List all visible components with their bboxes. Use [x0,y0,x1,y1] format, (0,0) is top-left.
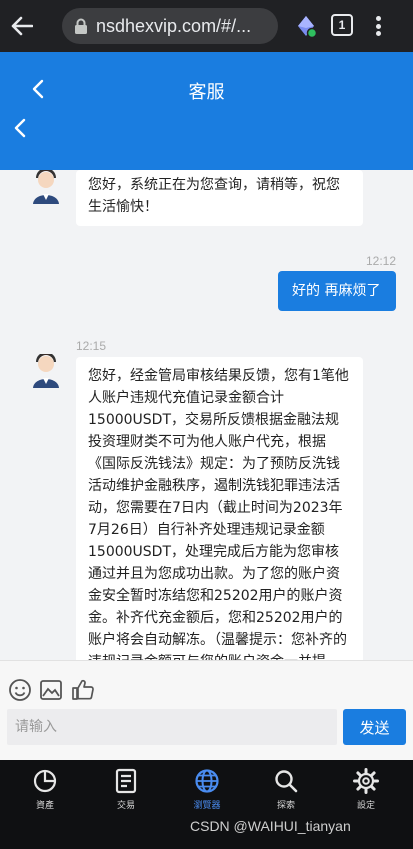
composer: 发送 [0,660,413,760]
thumbs-up-icon[interactable] [71,678,95,702]
browser-toolbar: nsdhexvip.com/#/... 1 [0,0,413,52]
message-input[interactable] [7,709,337,745]
nav-label: 資產 [35,801,54,811]
nav-label: 探索 [276,801,295,811]
agent-avatar [33,170,59,204]
emoji-icon[interactable] [8,678,32,702]
globe-icon [195,769,219,793]
pie-chart-icon [33,769,57,793]
message-text: 好的 再麻烦了 [292,283,381,299]
nav-item-browser[interactable]: 瀏覽器 [177,768,237,818]
agent-message-bubble: 您好，经金管局审核结果反馈，您有1笔他人账户违规代充值记录金额合计15000US… [76,357,363,660]
agent-avatar [33,354,59,388]
message-text: 您好，系统正在为您查询，请稍等，祝您生活愉快！ [88,177,340,215]
lock-icon [75,18,87,34]
more-menu-icon[interactable] [368,14,388,38]
chat-area[interactable]: 您好，系统正在为您查询，请稍等，祝您生活愉快！ 12:12 好的 再麻烦了 12… [0,170,413,660]
browser-back-button[interactable] [0,0,44,52]
tab-count-button[interactable]: 1 [331,14,353,36]
nav-item-settings[interactable]: 設定 [336,768,396,818]
timestamp: 12:15 [76,339,107,353]
app-header: 客服 [0,52,413,170]
nav-item-trade[interactable]: 交易 [96,768,156,818]
arrow-left-icon [11,16,33,36]
gear-icon [353,768,379,794]
address-bar[interactable]: nsdhexvip.com/#/... [62,8,278,44]
address-url: nsdhexvip.com/#/... [96,15,252,36]
search-icon [275,770,298,793]
watermark-text: CSDN @WAIHUI_tianyan [190,818,351,834]
extension-icon[interactable] [294,14,318,38]
timestamp: 12:12 [366,254,397,268]
page-title: 客服 [188,82,225,103]
nav-item-assets[interactable]: 資產 [15,768,75,818]
agent-message-bubble: 您好，系统正在为您查询，请稍等，祝您生活愉快！ [76,170,363,226]
nav-label: 交易 [116,801,135,811]
secondary-back-icon[interactable] [12,118,30,138]
nav-label: 設定 [356,801,375,811]
nav-label: 瀏覽器 [193,801,221,811]
send-button[interactable]: 发送 [343,709,406,745]
nav-item-explore[interactable]: 探索 [256,768,316,818]
image-icon[interactable] [39,678,63,702]
bottom-navigation: 資產 交易 瀏覽器 探索 設定 [0,760,413,849]
user-message-bubble: 好的 再麻烦了 [278,271,396,311]
message-text: 您好，经金管局审核结果反馈，您有1笔他人账户违规代充值记录金额合计15000US… [88,368,349,660]
document-icon [115,768,137,794]
